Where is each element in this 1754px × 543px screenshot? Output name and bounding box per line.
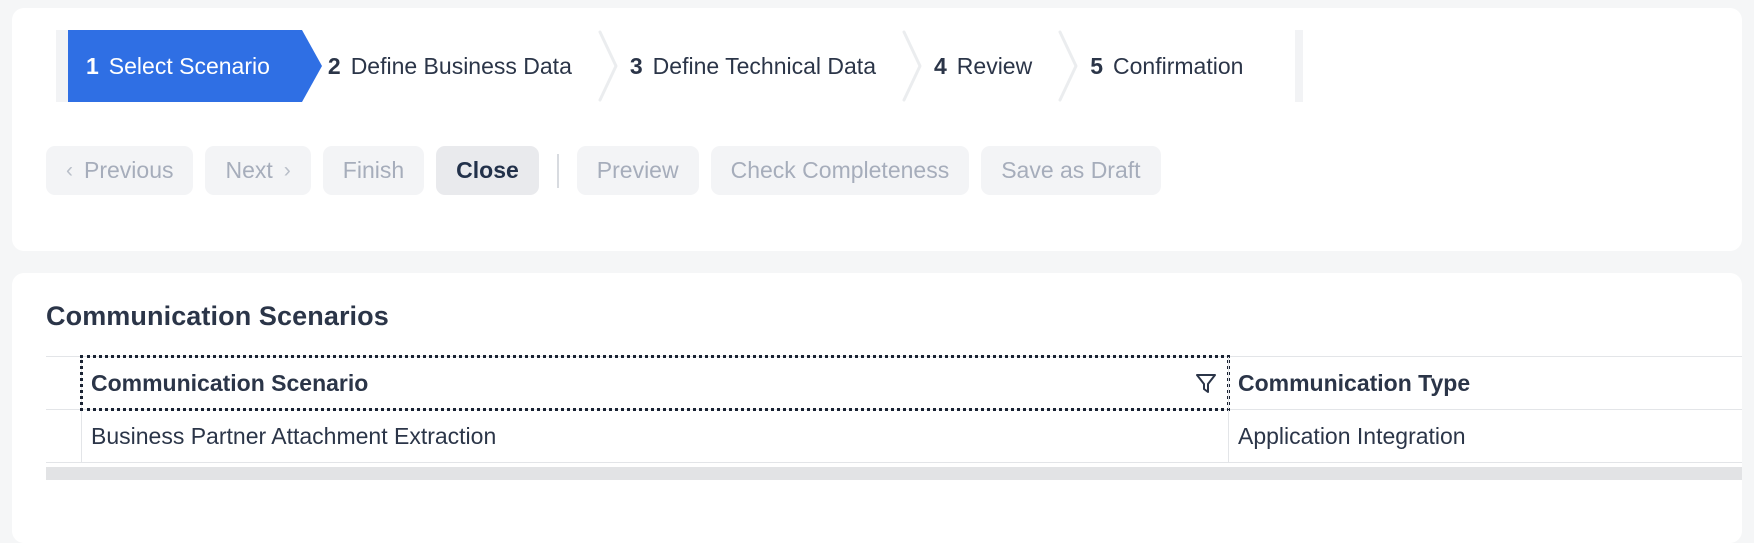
wizard-step-2-label: Define Business Data — [351, 53, 572, 80]
table-row[interactable]: Business Partner Attachment Extraction A… — [46, 409, 1742, 463]
wizard-step-1-label: Select Scenario — [109, 53, 270, 80]
save-as-draft-button-label: Save as Draft — [1001, 157, 1140, 184]
wizard-step-1-number: 1 — [86, 53, 99, 80]
header-select-cell — [46, 357, 82, 409]
cell-communication-scenario[interactable]: Business Partner Attachment Extraction — [82, 410, 1228, 462]
wizard-step-5-label: Confirmation — [1113, 53, 1243, 80]
previous-button[interactable]: ‹ Previous — [46, 146, 193, 195]
column-header-communication-type[interactable]: Communication Type — [1228, 357, 1742, 409]
wizard-step-3-label: Define Technical Data — [653, 53, 876, 80]
wizard-step-3[interactable]: 3 Define Technical Data — [620, 30, 902, 102]
close-button[interactable]: Close — [436, 146, 539, 195]
wizard-separator-3-4 — [902, 30, 924, 102]
close-button-label: Close — [456, 157, 519, 184]
column-header-communication-scenario[interactable]: Communication Scenario — [82, 357, 1228, 409]
wizard-lead-strip — [56, 30, 68, 102]
wizard-progress-bar: 1 Select Scenario 2 Define Business Data… — [56, 30, 1742, 102]
finish-button[interactable]: Finish — [323, 146, 424, 195]
table-header-row: Communication Scenario Communication Typ… — [46, 356, 1742, 409]
wizard-step-4-label: Review — [957, 53, 1032, 80]
next-button[interactable]: Next › — [205, 146, 310, 195]
wizard-step-1[interactable]: 1 Select Scenario — [68, 30, 302, 102]
communication-scenarios-table: Communication Scenario Communication Typ… — [46, 356, 1742, 463]
cell-communication-scenario-text: Business Partner Attachment Extraction — [91, 423, 496, 450]
chevron-right-icon: › — [284, 160, 291, 181]
wizard-step-4-number: 4 — [934, 53, 947, 80]
row-select-cell[interactable] — [46, 410, 82, 462]
wizard-separator-4-5 — [1058, 30, 1080, 102]
finish-button-label: Finish — [343, 157, 404, 184]
wizard-step-4[interactable]: 4 Review — [924, 30, 1058, 102]
wizard-step-5-number: 5 — [1090, 53, 1103, 80]
column-header-communication-type-label: Communication Type — [1238, 370, 1470, 397]
next-button-label: Next — [225, 157, 272, 184]
cell-communication-type-text: Application Integration — [1238, 423, 1466, 450]
page-root: 1 Select Scenario 2 Define Business Data… — [0, 0, 1754, 540]
save-as-draft-button[interactable]: Save as Draft — [981, 146, 1160, 195]
chevron-left-icon: ‹ — [66, 160, 73, 181]
horizontal-scrollbar[interactable] — [46, 467, 1742, 480]
page-title: Communication Scenarios — [46, 301, 1742, 332]
wizard-step-2[interactable]: 2 Define Business Data — [318, 30, 598, 102]
filter-icon[interactable] — [1194, 371, 1218, 395]
wizard-tail-strip — [1295, 30, 1303, 102]
horizontal-scrollbar-thumb[interactable] — [46, 467, 1742, 480]
column-header-communication-scenario-label: Communication Scenario — [91, 370, 368, 397]
communication-scenarios-card: Communication Scenarios Communication Sc… — [12, 273, 1742, 543]
toolbar-divider — [557, 154, 559, 188]
check-completeness-button-label: Check Completeness — [731, 157, 950, 184]
preview-button-label: Preview — [597, 157, 679, 184]
previous-button-label: Previous — [84, 157, 173, 184]
wizard-toolbar: ‹ Previous Next › Finish Close Preview C… — [46, 146, 1742, 195]
wizard-step-3-number: 3 — [630, 53, 643, 80]
cell-communication-type[interactable]: Application Integration — [1228, 410, 1742, 462]
check-completeness-button[interactable]: Check Completeness — [711, 146, 970, 195]
wizard-card: 1 Select Scenario 2 Define Business Data… — [12, 8, 1742, 251]
wizard-step-5[interactable]: 5 Confirmation — [1080, 30, 1269, 102]
preview-button[interactable]: Preview — [577, 146, 699, 195]
wizard-separator-2-3 — [598, 30, 620, 102]
wizard-step-2-number: 2 — [328, 53, 341, 80]
